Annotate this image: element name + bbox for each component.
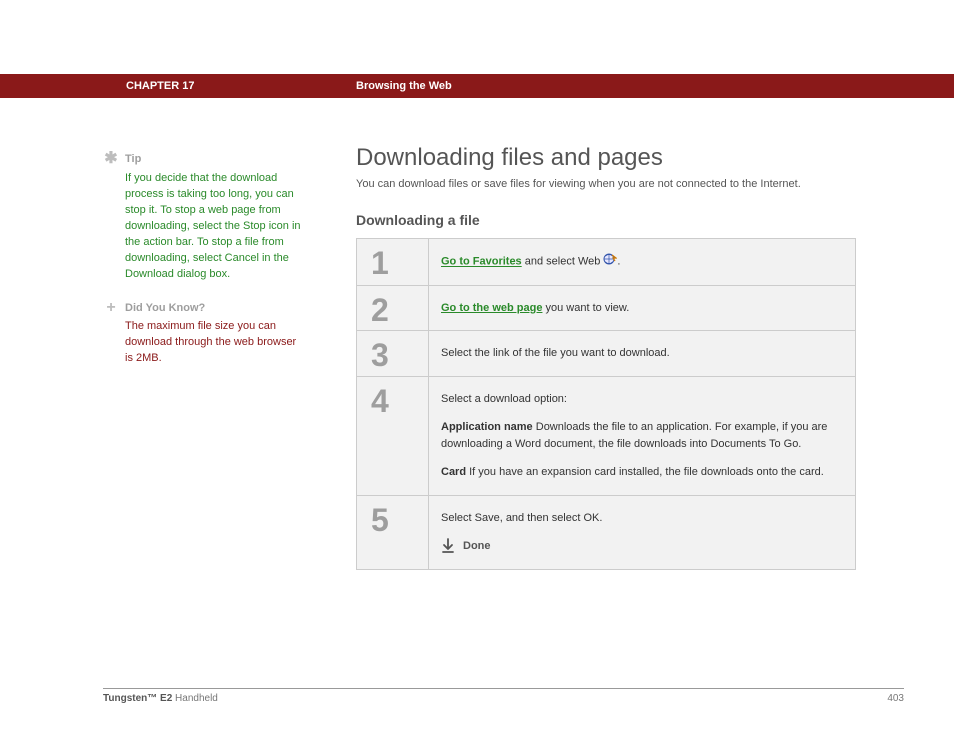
option-card: Card If you have an expansion card insta… [441, 464, 843, 481]
intro-text: You can download files or save files for… [356, 178, 856, 190]
step-number: 2 [357, 286, 429, 331]
step-number: 1 [357, 239, 429, 285]
option-label: Application name [441, 421, 533, 433]
step-body: Go to Favorites and select Web . [429, 239, 855, 285]
step-1-text: and select Web [522, 256, 604, 268]
main-content: Downloading files and pages You can down… [356, 144, 856, 570]
chapter-title: Browsing the Web [356, 80, 452, 92]
did-you-know-block: + Did You Know? The maximum file size yo… [103, 301, 303, 368]
step-row-5: 5 Select Save, and then select OK. Done [357, 496, 855, 569]
step-row-3: 3 Select the link of the file you want t… [357, 331, 855, 377]
tip-body: If you decide that the download process … [125, 171, 303, 283]
page-footer: Tungsten™ E2 Handheld 403 [103, 688, 904, 704]
done-label: Done [463, 538, 491, 555]
product-bold: Tungsten™ E2 [103, 693, 172, 704]
tip-heading: Tip [125, 152, 303, 168]
sidebar: ✱ Tip If you decide that the download pr… [103, 152, 303, 385]
step-4-intro: Select a download option: [441, 391, 843, 408]
option-body: If you have an expansion card installed,… [466, 466, 824, 478]
chapter-label: CHAPTER 17 [126, 80, 194, 92]
section-subheading: Downloading a file [356, 212, 856, 228]
step-number: 4 [357, 377, 429, 495]
step-row-2: 2 Go to the web page you want to view. [357, 286, 855, 332]
step-body: Select the link of the file you want to … [429, 331, 855, 376]
did-you-know-heading: Did You Know? [125, 301, 303, 317]
step-2-text: you want to view. [542, 302, 629, 314]
product-name: Tungsten™ E2 Handheld [103, 693, 218, 704]
step-body: Select a download option: Application na… [429, 377, 855, 495]
step-body: Select Save, and then select OK. Done [429, 496, 855, 569]
did-you-know-body: The maximum file size you can download t… [125, 319, 303, 367]
option-label: Card [441, 466, 466, 478]
option-application-name: Application name Downloads the file to a… [441, 419, 843, 452]
go-to-web-page-link[interactable]: Go to the web page [441, 302, 542, 314]
page-title: Downloading files and pages [356, 144, 856, 172]
step-body: Go to the web page you want to view. [429, 286, 855, 331]
step-row-4: 4 Select a download option: Application … [357, 377, 855, 496]
step-number: 3 [357, 331, 429, 376]
tip-block: ✱ Tip If you decide that the download pr… [103, 152, 303, 283]
step-row-1: 1 Go to Favorites and select Web . [357, 239, 855, 286]
page-number: 403 [887, 693, 904, 704]
done-indicator: Done [441, 538, 843, 555]
step-5-text: Select Save, and then select OK. [441, 510, 843, 527]
asterisk-icon: ✱ [103, 152, 119, 166]
step-number: 5 [357, 496, 429, 569]
step-1-period: . [617, 256, 620, 268]
go-to-favorites-link[interactable]: Go to Favorites [441, 256, 522, 268]
plus-icon: + [103, 301, 119, 315]
download-done-icon [441, 538, 455, 554]
steps-table: 1 Go to Favorites and select Web . 2 Go … [356, 238, 856, 570]
product-rest: Handheld [172, 693, 218, 704]
web-icon [603, 253, 617, 271]
chapter-header: CHAPTER 17 Browsing the Web [0, 74, 954, 98]
